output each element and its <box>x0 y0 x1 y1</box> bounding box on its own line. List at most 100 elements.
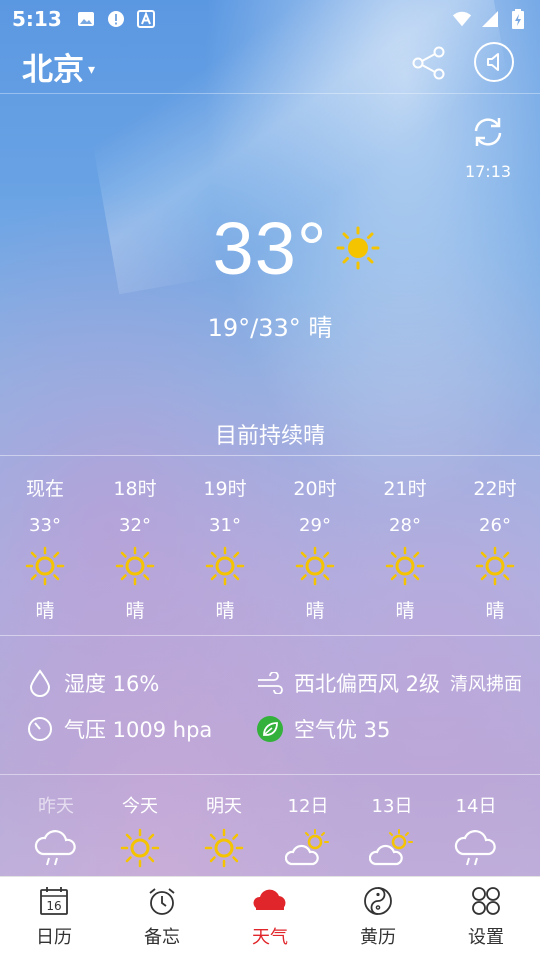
wifi-icon <box>452 9 472 29</box>
hour-item: 22时 26° 晴 <box>450 456 540 634</box>
cloud-rain-icon <box>34 830 76 866</box>
hour-temp: 33° <box>29 515 61 536</box>
sun-icon <box>204 828 244 868</box>
chevron-down-icon: ▾ <box>88 61 96 78</box>
day-label: 12日 <box>287 796 329 817</box>
nav-calendar[interactable]: 16 日历 <box>0 877 108 960</box>
hour-time: 19时 <box>203 478 247 500</box>
hour-item: 21时 28° 晴 <box>360 456 450 634</box>
weather-details: 湿度 16% 西北偏西风 2级 清风拂面 气压 1009 hpa 空气优 35 <box>0 636 540 774</box>
hour-time: 21时 <box>383 478 427 500</box>
pressure-item: 气压 1009 hpa <box>26 714 212 744</box>
speaker-icon <box>487 53 499 71</box>
yin-yang-icon <box>364 887 392 915</box>
nav-weather[interactable]: 天气 <box>216 877 324 960</box>
hour-temp: 28° <box>389 515 421 536</box>
hour-time: 20时 <box>293 478 337 500</box>
hour-item: 现在 33° 晴 <box>0 456 90 634</box>
hour-temp: 29° <box>299 515 331 536</box>
hour-item: 19时 31° 晴 <box>180 456 270 634</box>
hourly-forecast[interactable]: 现在 33° 晴 18时 32° 晴 19时 31° 晴 20时 29° 晴 2… <box>0 456 540 634</box>
humidity-item: 湿度 16% <box>26 668 159 698</box>
current-temperature: 33° <box>212 207 328 290</box>
sun-cloud-icon <box>369 829 413 866</box>
day-label: 今天 <box>122 796 158 817</box>
nav-memo[interactable]: 备忘 <box>108 877 216 960</box>
sun-icon <box>115 546 155 586</box>
status-bar: 5:13 <box>0 0 540 38</box>
day-label: 14日 <box>455 796 497 817</box>
speaker-button[interactable] <box>474 42 514 82</box>
nav-label: 设置 <box>468 927 504 948</box>
share-button[interactable] <box>410 44 448 82</box>
notification-icons <box>76 9 156 29</box>
wind-description: 清风拂面 <box>450 674 523 695</box>
day-label: 明天 <box>206 796 242 817</box>
hour-condition: 晴 <box>35 600 55 622</box>
calendar-icon: 16 <box>40 887 68 915</box>
day-item[interactable]: 明天 <box>182 776 266 876</box>
hour-time: 18时 <box>113 478 157 500</box>
daily-forecast[interactable]: 昨天 今天 明天 12日 13日 14日 <box>0 776 540 876</box>
hour-condition: 晴 <box>215 600 235 622</box>
current-condition: 晴 <box>308 314 333 342</box>
alert-icon <box>106 9 126 29</box>
air-quality-item[interactable]: 空气优 35 <box>256 714 390 744</box>
image-icon <box>76 9 96 29</box>
sun-icon <box>25 546 65 586</box>
grid-circles-icon <box>472 887 500 915</box>
pressure-text: 气压 1009 hpa <box>64 718 213 742</box>
day-label: 13日 <box>371 796 413 817</box>
droplet-icon <box>26 669 54 697</box>
day-item[interactable]: 14日 <box>434 776 518 876</box>
weather-screen: 5:13 北京 ▾ 17:13 33° 19°/33° 晴 目前持续晴 现在 3… <box>0 0 540 960</box>
sun-cloud-icon <box>285 829 329 866</box>
refresh-button[interactable] <box>466 114 510 154</box>
battery-icon <box>508 9 528 29</box>
hour-time: 22时 <box>473 478 517 500</box>
day-label: 昨天 <box>38 796 74 817</box>
status-time: 5:13 <box>12 7 62 31</box>
hour-time: 现在 <box>25 478 64 500</box>
sun-icon <box>295 546 335 586</box>
update-time: 17:13 <box>464 162 512 181</box>
city-selector[interactable]: 北京 ▾ <box>22 44 95 89</box>
sun-icon <box>336 226 380 270</box>
cloud-rain-icon <box>454 830 496 866</box>
day-item[interactable]: 昨天 <box>14 776 98 876</box>
sun-icon <box>205 546 245 586</box>
day-item[interactable]: 今天 <box>98 776 182 876</box>
weather-summary: 目前持续晴 <box>214 424 325 449</box>
hour-item: 20时 29° 晴 <box>270 456 360 634</box>
wind-icon <box>256 669 284 697</box>
air-quality-text: 空气优 35 <box>294 718 391 742</box>
day-item[interactable]: 13日 <box>350 776 434 876</box>
sun-icon <box>385 546 425 586</box>
gauge-icon <box>26 715 54 743</box>
day-item[interactable]: 12日 <box>266 776 350 876</box>
nav-label: 天气 <box>252 927 288 948</box>
nav-settings[interactable]: 设置 <box>432 877 540 960</box>
wind-item: 西北偏西风 2级 清风拂面 <box>256 668 522 698</box>
nav-label: 黄历 <box>360 927 396 948</box>
hour-condition: 晴 <box>395 600 415 622</box>
calendar-day-number: 16 <box>46 899 61 913</box>
hour-condition: 晴 <box>125 600 145 622</box>
cloud-icon <box>253 889 286 910</box>
nav-label: 日历 <box>36 927 72 948</box>
sun-icon <box>475 546 515 586</box>
city-name: 北京 <box>22 52 84 88</box>
header: 北京 ▾ <box>0 38 540 94</box>
sun-icon <box>120 828 160 868</box>
divider <box>0 774 540 775</box>
hour-item: 18时 32° 晴 <box>90 456 180 634</box>
signal-icon <box>480 9 500 29</box>
hour-temp: 32° <box>119 515 151 536</box>
range-value: 19°/33° <box>207 314 301 342</box>
current-temperature-block: 33° <box>0 206 540 291</box>
keyboard-a-icon <box>136 9 156 29</box>
hour-condition: 晴 <box>305 600 325 622</box>
hour-temp: 31° <box>209 515 241 536</box>
nav-almanac[interactable]: 黄历 <box>324 877 432 960</box>
refresh-icon <box>474 118 502 146</box>
